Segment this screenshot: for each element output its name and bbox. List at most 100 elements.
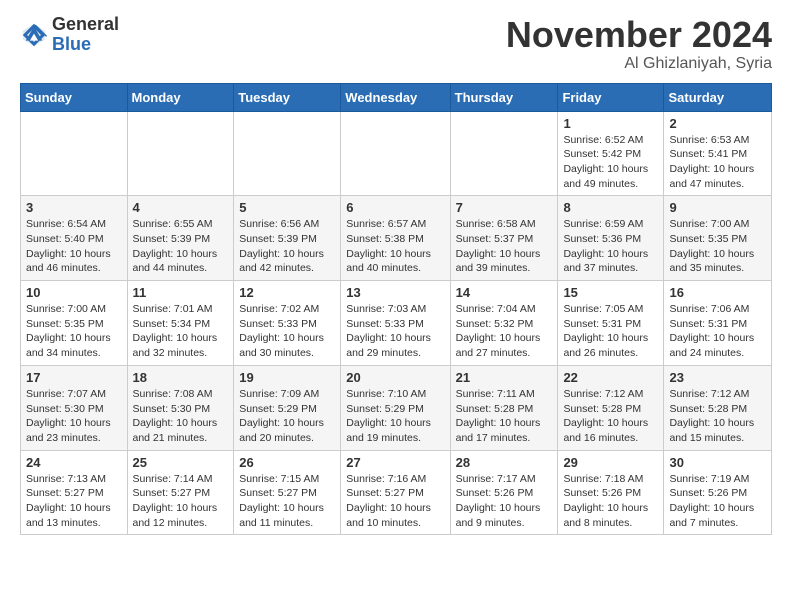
day-info: Sunrise: 7:04 AMSunset: 5:32 PMDaylight:… (456, 302, 553, 361)
day-number: 12 (239, 285, 335, 300)
day-info: Sunrise: 7:02 AMSunset: 5:33 PMDaylight:… (239, 302, 335, 361)
day-info: Sunrise: 7:18 AMSunset: 5:26 PMDaylight:… (563, 472, 658, 531)
calendar-row: 10 Sunrise: 7:00 AMSunset: 5:35 PMDayligh… (21, 281, 772, 366)
table-row: 14 Sunrise: 7:04 AMSunset: 5:32 PMDayligh… (450, 281, 558, 366)
table-row: 18 Sunrise: 7:08 AMSunset: 5:30 PMDayligh… (127, 365, 234, 450)
table-row: 1Sunrise: 6:52 AMSunset: 5:42 PMDaylight… (558, 111, 664, 196)
day-info: Sunrise: 6:59 AMSunset: 5:36 PMDaylight:… (563, 217, 658, 276)
day-info: Sunrise: 7:00 AMSunset: 5:35 PMDaylight:… (669, 217, 766, 276)
logo-blue-text: Blue (52, 35, 119, 55)
col-sunday: Sunday (21, 83, 128, 111)
day-info: Sunrise: 7:00 AMSunset: 5:35 PMDaylight:… (26, 302, 122, 361)
day-info: Sunrise: 7:09 AMSunset: 5:29 PMDaylight:… (239, 387, 335, 446)
day-number: 29 (563, 455, 658, 470)
logo-text: General Blue (52, 15, 119, 55)
day-number: 7 (456, 200, 553, 215)
logo: General Blue (20, 15, 119, 55)
title-location: Al Ghizlaniyah, Syria (506, 55, 772, 73)
day-info: Sunrise: 6:55 AMSunset: 5:39 PMDaylight:… (133, 217, 229, 276)
table-row: 23Sunrise: 7:12 AMSunset: 5:28 PMDayligh… (664, 365, 772, 450)
table-row (450, 111, 558, 196)
logo-icon (20, 21, 48, 49)
logo-general-text: General (52, 15, 119, 35)
table-row: 28Sunrise: 7:17 AMSunset: 5:26 PMDayligh… (450, 450, 558, 535)
day-number: 20 (346, 370, 444, 385)
day-number: 17 (26, 370, 122, 385)
table-row: 27 Sunrise: 7:16 AMSunset: 5:27 PMDayligh… (341, 450, 450, 535)
day-number: 10 (26, 285, 122, 300)
col-monday: Monday (127, 83, 234, 111)
day-number: 19 (239, 370, 335, 385)
table-row: 7Sunrise: 6:58 AMSunset: 5:37 PMDaylight… (450, 196, 558, 281)
day-info: Sunrise: 7:11 AMSunset: 5:28 PMDaylight:… (456, 387, 553, 446)
table-row (21, 111, 128, 196)
calendar-row: 24 Sunrise: 7:13 AMSunset: 5:27 PMDayligh… (21, 450, 772, 535)
day-info: Sunrise: 7:08 AMSunset: 5:30 PMDaylight:… (133, 387, 229, 446)
day-number: 25 (133, 455, 229, 470)
table-row: 13Sunrise: 7:03 AMSunset: 5:33 PMDayligh… (341, 281, 450, 366)
calendar-table: Sunday Monday Tuesday Wednesday Thursday… (20, 83, 772, 536)
calendar-row: 3 Sunrise: 6:54 AMSunset: 5:40 PMDaylight… (21, 196, 772, 281)
table-row: 15Sunrise: 7:05 AMSunset: 5:31 PMDayligh… (558, 281, 664, 366)
table-row: 4Sunrise: 6:55 AMSunset: 5:39 PMDaylight… (127, 196, 234, 281)
table-row: 17 Sunrise: 7:07 AMSunset: 5:30 PMDayligh… (21, 365, 128, 450)
day-number: 5 (239, 200, 335, 215)
day-info: Sunrise: 7:17 AMSunset: 5:26 PMDaylight:… (456, 472, 553, 531)
day-info: Sunrise: 7:12 AMSunset: 5:28 PMDaylight:… (669, 387, 766, 446)
col-thursday: Thursday (450, 83, 558, 111)
day-number: 26 (239, 455, 335, 470)
table-row: 20 Sunrise: 7:10 AMSunset: 5:29 PMDayligh… (341, 365, 450, 450)
day-info: Sunrise: 7:13 AMSunset: 5:27 PMDaylight:… (26, 472, 122, 531)
day-number: 3 (26, 200, 122, 215)
table-row: 2Sunrise: 6:53 AMSunset: 5:41 PMDaylight… (664, 111, 772, 196)
day-info: Sunrise: 7:16 AMSunset: 5:27 PMDaylight:… (346, 472, 444, 531)
table-row: 6 Sunrise: 6:57 AMSunset: 5:38 PMDaylight… (341, 196, 450, 281)
day-number: 27 (346, 455, 444, 470)
calendar-row: 1Sunrise: 6:52 AMSunset: 5:42 PMDaylight… (21, 111, 772, 196)
title-month: November 2024 (506, 15, 772, 55)
calendar-header-row: Sunday Monday Tuesday Wednesday Thursday… (21, 83, 772, 111)
day-number: 13 (346, 285, 444, 300)
table-row: 29 Sunrise: 7:18 AMSunset: 5:26 PMDayligh… (558, 450, 664, 535)
table-row: 19 Sunrise: 7:09 AMSunset: 5:29 PMDayligh… (234, 365, 341, 450)
table-row (341, 111, 450, 196)
day-number: 18 (133, 370, 229, 385)
table-row (234, 111, 341, 196)
table-row: 30 Sunrise: 7:19 AMSunset: 5:26 PMDayligh… (664, 450, 772, 535)
day-number: 14 (456, 285, 553, 300)
table-row: 25 Sunrise: 7:14 AMSunset: 5:27 PMDayligh… (127, 450, 234, 535)
day-number: 21 (456, 370, 553, 385)
day-info: Sunrise: 7:19 AMSunset: 5:26 PMDaylight:… (669, 472, 766, 531)
title-block: November 2024 Al Ghizlaniyah, Syria (506, 15, 772, 73)
table-row: 26 Sunrise: 7:15 AMSunset: 5:27 PMDayligh… (234, 450, 341, 535)
day-number: 22 (563, 370, 658, 385)
day-number: 30 (669, 455, 766, 470)
day-info: Sunrise: 6:56 AMSunset: 5:39 PMDaylight:… (239, 217, 335, 276)
table-row: 3 Sunrise: 6:54 AMSunset: 5:40 PMDaylight… (21, 196, 128, 281)
day-info: Sunrise: 7:05 AMSunset: 5:31 PMDaylight:… (563, 302, 658, 361)
day-info: Sunrise: 7:10 AMSunset: 5:29 PMDaylight:… (346, 387, 444, 446)
col-tuesday: Tuesday (234, 83, 341, 111)
calendar-row: 17 Sunrise: 7:07 AMSunset: 5:30 PMDayligh… (21, 365, 772, 450)
day-info: Sunrise: 7:14 AMSunset: 5:27 PMDaylight:… (133, 472, 229, 531)
day-info: Sunrise: 7:07 AMSunset: 5:30 PMDaylight:… (26, 387, 122, 446)
day-info: Sunrise: 6:57 AMSunset: 5:38 PMDaylight:… (346, 217, 444, 276)
page: General Blue November 2024 Al Ghizlaniya… (0, 0, 792, 550)
day-info: Sunrise: 6:53 AMSunset: 5:41 PMDaylight:… (669, 133, 766, 192)
day-info: Sunrise: 7:06 AMSunset: 5:31 PMDaylight:… (669, 302, 766, 361)
table-row: 10 Sunrise: 7:00 AMSunset: 5:35 PMDayligh… (21, 281, 128, 366)
day-info: Sunrise: 7:01 AMSunset: 5:34 PMDaylight:… (133, 302, 229, 361)
day-number: 6 (346, 200, 444, 215)
table-row: 24 Sunrise: 7:13 AMSunset: 5:27 PMDayligh… (21, 450, 128, 535)
day-number: 16 (669, 285, 766, 300)
table-row: 12 Sunrise: 7:02 AMSunset: 5:33 PMDayligh… (234, 281, 341, 366)
day-info: Sunrise: 6:54 AMSunset: 5:40 PMDaylight:… (26, 217, 122, 276)
table-row: 9 Sunrise: 7:00 AMSunset: 5:35 PMDaylight… (664, 196, 772, 281)
col-wednesday: Wednesday (341, 83, 450, 111)
day-number: 9 (669, 200, 766, 215)
day-number: 24 (26, 455, 122, 470)
col-friday: Friday (558, 83, 664, 111)
table-row: 22Sunrise: 7:12 AMSunset: 5:28 PMDayligh… (558, 365, 664, 450)
day-info: Sunrise: 7:15 AMSunset: 5:27 PMDaylight:… (239, 472, 335, 531)
table-row: 5 Sunrise: 6:56 AMSunset: 5:39 PMDaylight… (234, 196, 341, 281)
